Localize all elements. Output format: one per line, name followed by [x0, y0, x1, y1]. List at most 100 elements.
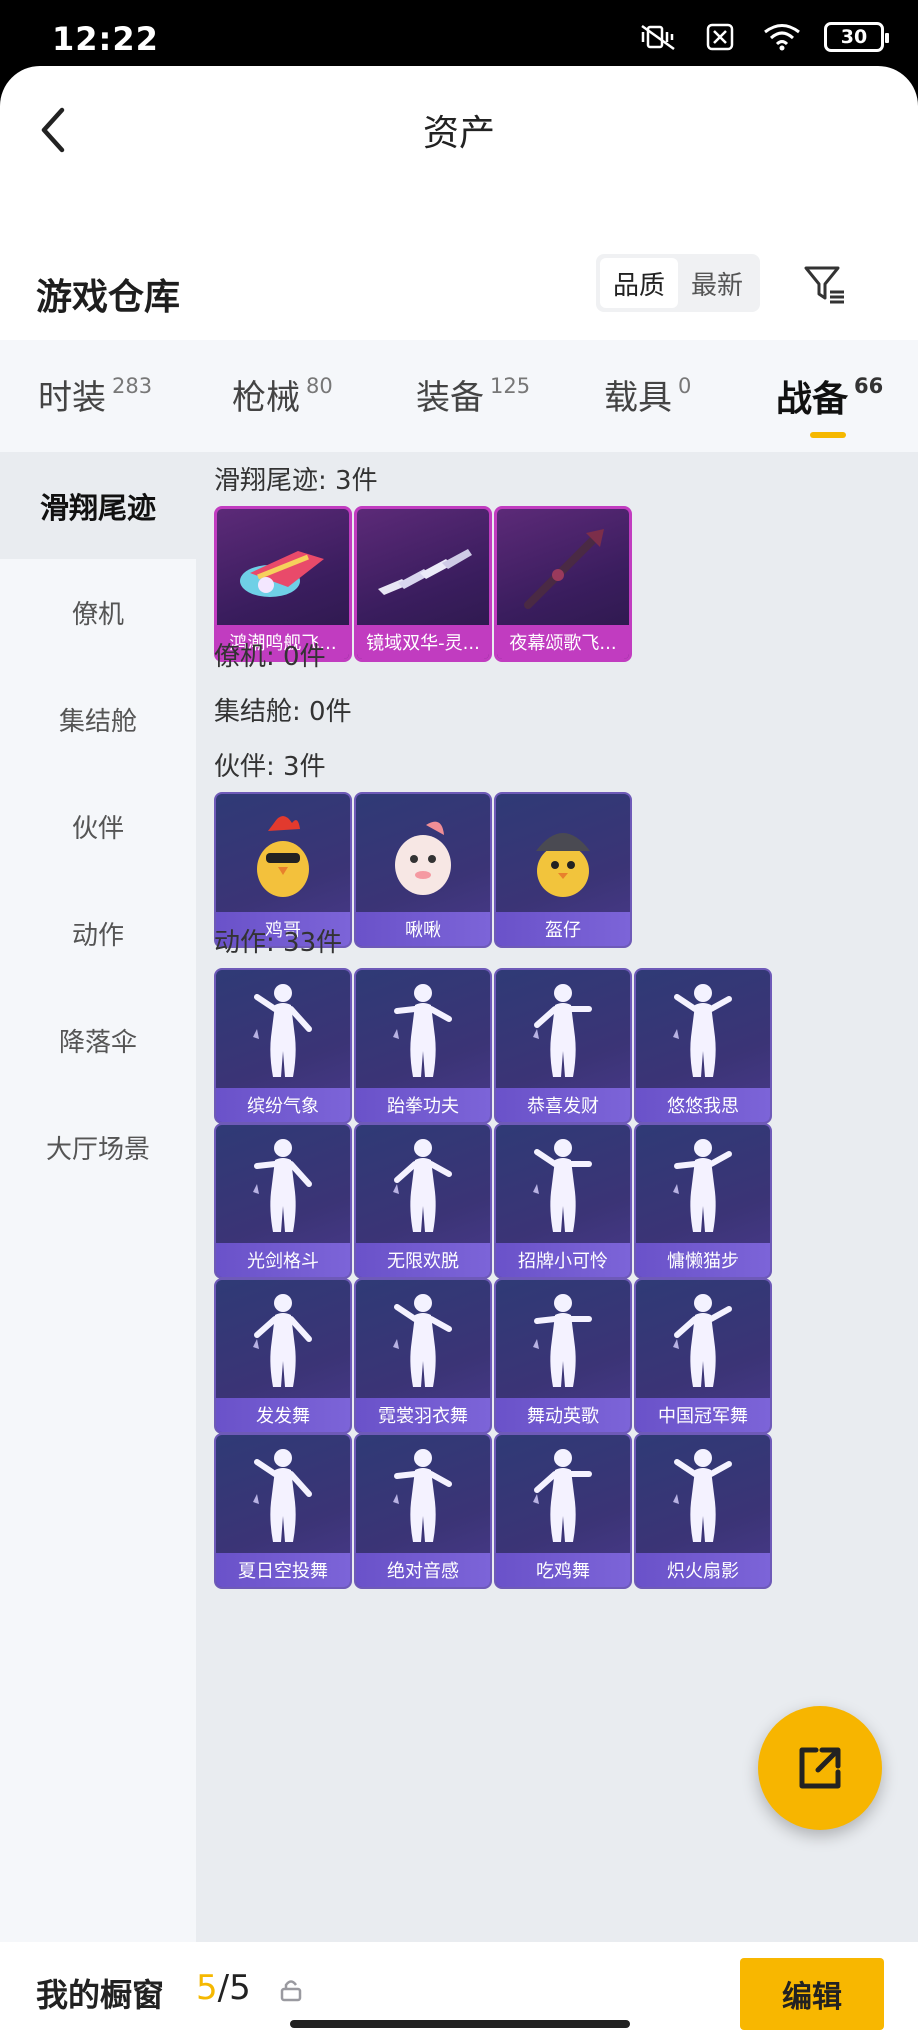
- showcase-label: 我的橱窗: [36, 1976, 165, 2014]
- item-image: [496, 794, 630, 916]
- bird-partner-icon: [395, 821, 451, 895]
- item-name: 啾啾: [356, 912, 490, 946]
- emote-card[interactable]: 无限欢脱: [354, 1123, 492, 1279]
- status-bar: 12:22 30: [0, 0, 918, 68]
- tab-firearms[interactable]: 枪械 80: [232, 370, 333, 419]
- tab-fashion[interactable]: 时装 283: [38, 370, 152, 419]
- sidebar-item-glide-trail[interactable]: 滑翔尾迹: [0, 452, 196, 559]
- item-name: 盔仔: [496, 912, 630, 946]
- showcase-total: /5: [217, 1968, 251, 2008]
- tab-label: 枪械: [232, 378, 300, 418]
- item-image: [216, 1125, 350, 1247]
- emote-card[interactable]: 中国冠军舞: [634, 1278, 772, 1434]
- emote-card[interactable]: 恭喜发财: [494, 968, 632, 1124]
- item-image: [356, 1280, 490, 1402]
- share-fab[interactable]: [758, 1706, 882, 1830]
- filter-button[interactable]: [796, 254, 852, 314]
- emote-card[interactable]: 招牌小可怜: [494, 1123, 632, 1279]
- warehouse-title: 游戏仓库: [36, 277, 181, 318]
- item-name: 慵懒猫步: [636, 1243, 770, 1277]
- emote-card[interactable]: 慵懒猫步: [634, 1123, 772, 1279]
- active-tab-indicator: [810, 432, 846, 438]
- dancer-silhouette-icon: [253, 1294, 312, 1387]
- external-link-icon: [799, 1747, 841, 1789]
- item-image: [496, 1125, 630, 1247]
- item-image: [216, 1280, 350, 1402]
- status-icons: 30: [638, 22, 889, 52]
- filter-icon: [804, 266, 844, 304]
- tab-vehicles[interactable]: 载具 0: [604, 370, 691, 419]
- showcase-count: 5/5: [196, 1968, 251, 2008]
- dancer-silhouette-icon: [393, 1294, 452, 1387]
- tab-count: 125: [490, 374, 531, 398]
- sidebar-item-partner[interactable]: 伙伴: [0, 773, 196, 880]
- emote-card[interactable]: 吃鸡舞: [494, 1433, 632, 1589]
- item-card[interactable]: 夜幕颂歌飞...: [494, 506, 632, 662]
- sidebar-item-wingman[interactable]: 僚机: [0, 559, 196, 666]
- emote-card[interactable]: 绝对音感: [354, 1433, 492, 1589]
- sidebar-item-parachute[interactable]: 降落伞: [0, 987, 196, 1094]
- item-name: 夏日空投舞: [216, 1553, 350, 1587]
- item-card[interactable]: 镜域双华-灵...: [354, 506, 492, 662]
- top-bar: 资产: [0, 66, 918, 196]
- item-name: 发发舞: [216, 1398, 350, 1432]
- battery-indicator: 30: [824, 22, 889, 52]
- sort-quality-button[interactable]: 品质: [600, 258, 678, 308]
- item-name: 跆拳功夫: [356, 1088, 490, 1122]
- mute-vibrate-icon: [641, 24, 675, 51]
- emote-card[interactable]: 发发舞: [214, 1278, 352, 1434]
- tab-count: 66: [854, 374, 884, 398]
- dancer-silhouette-icon: [253, 1139, 312, 1232]
- item-image: [496, 1435, 630, 1557]
- item-image: [636, 970, 770, 1092]
- glide-ship-icon: [240, 551, 324, 597]
- item-name: 霓裳羽衣舞: [356, 1398, 490, 1432]
- dancer-silhouette-icon: [253, 1449, 312, 1542]
- sort-newest-button[interactable]: 最新: [678, 258, 756, 308]
- tab-count: 0: [678, 374, 692, 398]
- sidebar-item-lobby-scene[interactable]: 大厅场景: [0, 1094, 196, 1201]
- dancer-silhouette-icon: [673, 1449, 732, 1542]
- tab-equipment[interactable]: 装备 125: [416, 370, 530, 419]
- section-title-wingman: 僚机: 0件: [214, 642, 326, 672]
- sidebar-item-assembly-pod[interactable]: 集结舱: [0, 666, 196, 773]
- dancer-silhouette-icon: [533, 1449, 592, 1542]
- tab-label: 载具: [604, 378, 672, 418]
- item-image: [356, 970, 490, 1092]
- chicken-partner-icon: [257, 816, 309, 897]
- item-name: 无限欢脱: [356, 1243, 490, 1277]
- item-name: 夜幕颂歌飞...: [497, 625, 629, 659]
- item-image: [636, 1125, 770, 1247]
- item-image: [356, 1125, 490, 1247]
- item-image: [216, 1435, 350, 1557]
- tab-battle-gear[interactable]: 战备 66: [776, 370, 883, 422]
- tab-label: 战备: [776, 379, 849, 420]
- section-title-partner: 伙伴: 3件: [214, 752, 326, 782]
- emote-card[interactable]: 炽火扇影: [634, 1433, 772, 1589]
- wifi-icon: [764, 24, 800, 51]
- emote-card[interactable]: 悠悠我思: [634, 968, 772, 1124]
- emote-card[interactable]: 舞动英歌: [494, 1278, 632, 1434]
- dancer-silhouette-icon: [253, 984, 312, 1077]
- sidebar-item-emote[interactable]: 动作: [0, 880, 196, 987]
- dancer-silhouette-icon: [393, 1139, 452, 1232]
- item-name: 光剑格斗: [216, 1243, 350, 1277]
- emote-card[interactable]: 霓裳羽衣舞: [354, 1278, 492, 1434]
- emote-card[interactable]: 光剑格斗: [214, 1123, 352, 1279]
- emote-card[interactable]: 跆拳功夫: [354, 968, 492, 1124]
- home-indicator: [290, 2020, 630, 2028]
- tab-label: 装备: [416, 378, 484, 418]
- emote-card[interactable]: 夏日空投舞: [214, 1433, 352, 1589]
- item-card[interactable]: 盔仔: [494, 792, 632, 948]
- edit-button[interactable]: 编辑: [740, 1958, 884, 2030]
- lock-icon: [280, 1980, 302, 2002]
- item-image: [216, 970, 350, 1092]
- section-title-glide: 滑翔尾迹: 3件: [214, 466, 378, 496]
- dancer-silhouette-icon: [533, 1294, 592, 1387]
- item-image: [217, 509, 349, 631]
- emote-card[interactable]: 缤纷气象: [214, 968, 352, 1124]
- item-card[interactable]: 啾啾: [354, 792, 492, 948]
- item-name: 绝对音感: [356, 1553, 490, 1587]
- dancer-silhouette-icon: [673, 984, 732, 1077]
- dancer-silhouette-icon: [533, 984, 592, 1077]
